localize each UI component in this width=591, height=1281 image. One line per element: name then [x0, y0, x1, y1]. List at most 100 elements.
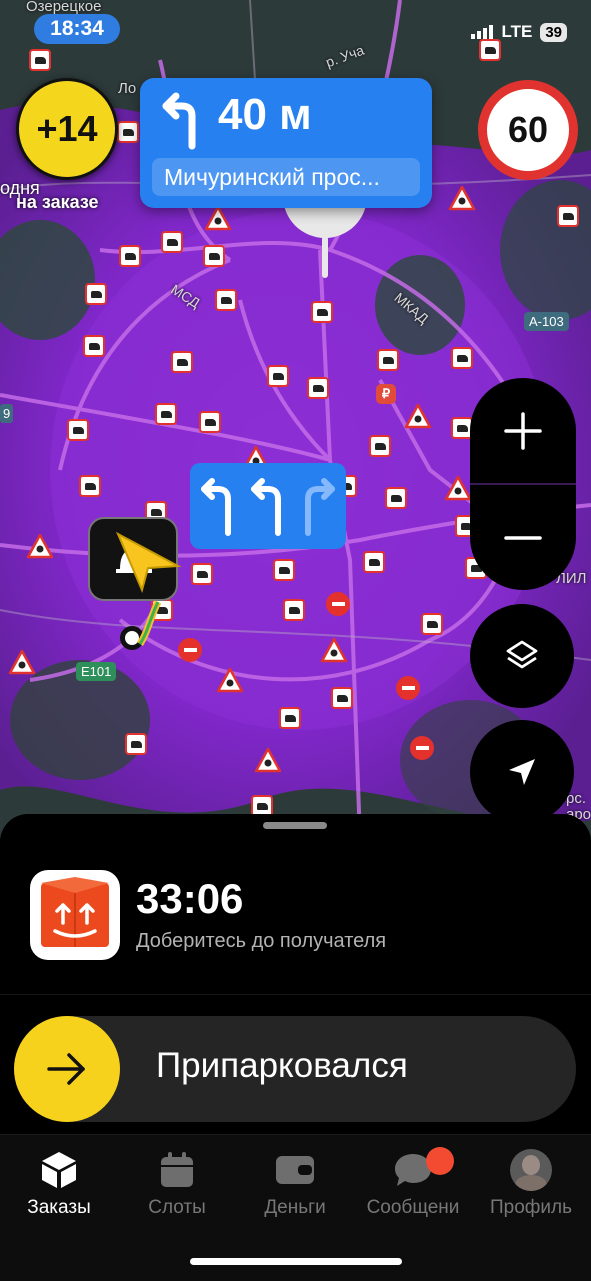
accident-marker-icon [171, 351, 193, 373]
layers-icon [506, 640, 538, 669]
tab-label: Слоты [148, 1197, 206, 1218]
turn-left-arrow-icon [162, 92, 196, 150]
accident-marker-icon [331, 687, 353, 709]
accident-marker-icon [421, 613, 443, 635]
status-indicators: LTE 39 [471, 22, 567, 42]
parcel-icon [30, 870, 120, 960]
road-closed-marker-icon [326, 592, 350, 616]
accident-marker-icon [311, 301, 333, 323]
tab-profile[interactable]: Профиль [472, 1147, 590, 1219]
sheet-drag-handle[interactable] [263, 822, 327, 829]
road-closed-marker-icon [396, 676, 420, 700]
home-indicator [190, 1258, 402, 1265]
parked-slide-button[interactable]: Припарковался [14, 1016, 576, 1122]
accident-marker-icon [83, 335, 105, 357]
lane-left-arrow-icon [251, 478, 281, 536]
roadworks-marker-icon [320, 637, 348, 663]
plus-icon [504, 411, 542, 450]
navigation-card[interactable]: 40 м Мичуринский прос... [140, 78, 432, 208]
layers-button[interactable] [470, 604, 574, 708]
accident-marker-icon [125, 733, 147, 755]
tab-label: Деньги [264, 1197, 326, 1218]
accident-marker-icon [203, 245, 225, 267]
lane-right-arrow-icon [305, 478, 335, 536]
section-divider [0, 994, 591, 995]
roadworks-marker-icon [404, 403, 432, 429]
accident-marker-icon [385, 487, 407, 509]
road-closed-marker-icon [410, 736, 434, 760]
speed-limit-value: 60 [507, 109, 549, 150]
locate-me-button[interactable] [470, 720, 574, 824]
payment-point-marker-icon: ₽ [376, 384, 396, 404]
arrow-right-icon [47, 1053, 85, 1085]
tab-label: Профиль [489, 1197, 573, 1218]
bonus-badge[interactable]: +14 [16, 78, 118, 180]
signal-icon [471, 25, 494, 39]
accident-marker-icon [377, 349, 399, 371]
accident-marker-icon [479, 39, 501, 61]
lane-left-arrow-icon [201, 478, 231, 536]
accident-marker-icon [29, 49, 51, 71]
accident-marker-icon [369, 435, 391, 457]
highway-badge: А-103 [524, 312, 569, 331]
accident-marker-icon [155, 403, 177, 425]
zoom-in-button[interactable] [470, 378, 576, 483]
tab-label: Заказы [27, 1197, 91, 1218]
navigation-arrow-icon [509, 759, 535, 785]
battery-level: 39 [540, 22, 567, 42]
roadworks-marker-icon [444, 475, 472, 501]
accident-marker-icon [451, 347, 473, 369]
street-name: Мичуринский прос... [152, 158, 420, 196]
delivery-status-text: Доберитесь до получателя [136, 930, 387, 952]
road-closed-marker-icon [178, 638, 202, 662]
speed-limit-sign: 60 [478, 80, 578, 180]
zoom-out-button[interactable] [470, 485, 576, 590]
tab-money[interactable]: Деньги [236, 1147, 354, 1219]
box-icon [42, 1152, 76, 1188]
route-trail [137, 600, 162, 646]
tab-slots[interactable]: Слоты [118, 1147, 236, 1219]
accident-marker-icon [85, 283, 107, 305]
status-time: 18:34 [34, 14, 120, 44]
accident-marker-icon [67, 419, 89, 441]
turn-distance: 40 м [218, 90, 312, 139]
parked-label: Припарковался [156, 1046, 408, 1085]
lane-guidance [190, 463, 346, 549]
calendar-icon [161, 1152, 193, 1187]
roadworks-marker-icon [254, 747, 282, 773]
accident-marker-icon [191, 563, 213, 585]
accident-marker-icon [307, 377, 329, 399]
roadworks-marker-icon [448, 185, 476, 211]
highway-badge: 9 [0, 404, 14, 423]
roadworks-marker-icon [8, 649, 36, 675]
wallet-icon [276, 1156, 314, 1184]
accident-marker-icon [267, 365, 289, 387]
accident-marker-icon [119, 245, 141, 267]
accident-marker-icon [557, 205, 579, 227]
place-label: Озерецкое [26, 0, 102, 15]
unread-badge [426, 1147, 454, 1175]
bonus-value: +14 [36, 108, 98, 149]
accident-marker-icon [279, 707, 301, 729]
avatar [510, 1149, 552, 1191]
navigation-cursor-icon [115, 531, 182, 594]
accident-marker-icon [117, 121, 139, 143]
accident-marker-icon [199, 411, 221, 433]
tab-messages[interactable]: Сообщени [354, 1147, 472, 1219]
accident-marker-icon [363, 551, 385, 573]
accident-marker-icon [161, 231, 183, 253]
minus-icon [504, 535, 542, 540]
destination-pin-stem [322, 236, 328, 278]
tab-orders[interactable]: Заказы [0, 1147, 118, 1219]
place-label: Ло [118, 80, 137, 97]
network-type: LTE [501, 22, 533, 41]
zoom-control [470, 378, 576, 590]
roadworks-marker-icon [204, 205, 232, 231]
roadworks-marker-icon [26, 533, 54, 559]
roadworks-marker-icon [216, 667, 244, 693]
highway-badge: Е101 [76, 662, 117, 681]
tab-label: Сообщени [366, 1197, 460, 1218]
accident-marker-icon [215, 289, 237, 311]
bonus-label: на заказе [16, 192, 99, 212]
slide-knob[interactable] [14, 1016, 120, 1122]
